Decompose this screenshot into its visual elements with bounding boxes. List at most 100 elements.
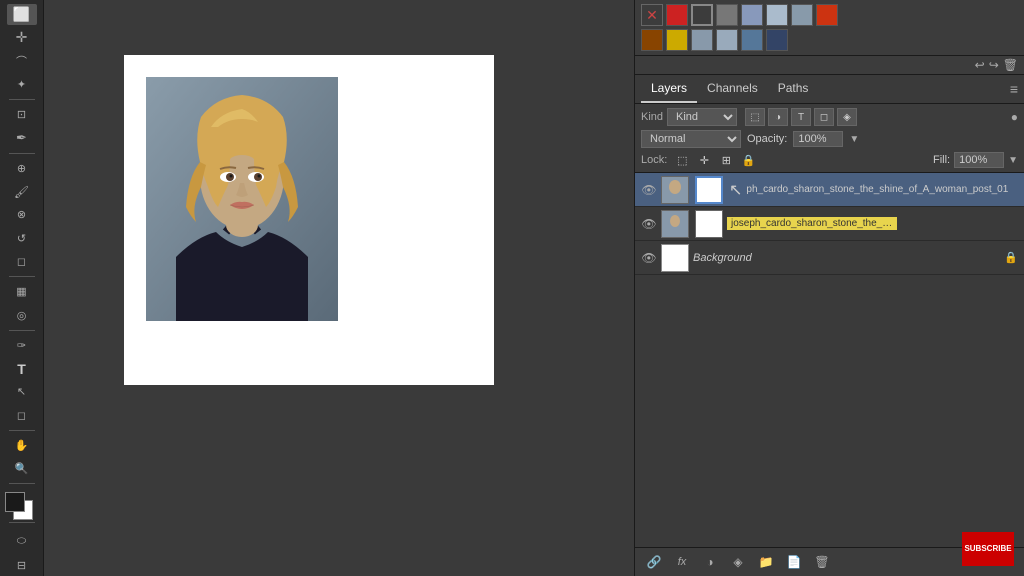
filter-toggle[interactable]: ●: [1011, 110, 1018, 124]
filter-shape-icon[interactable]: ◻: [814, 108, 834, 126]
swatch-row-2: [641, 29, 1018, 51]
panel-menu-icon[interactable]: ≡: [1010, 81, 1018, 97]
photo-layer: [146, 77, 338, 321]
filter-adjust-icon[interactable]: ◑: [768, 108, 788, 126]
layer-1-visibility[interactable]: 👁: [641, 182, 657, 198]
swatch-gray[interactable]: [716, 4, 738, 26]
fill-value[interactable]: 100%: [954, 152, 1004, 168]
swatch-navy[interactable]: [741, 29, 763, 51]
filter-smart-icon[interactable]: ◈: [837, 108, 857, 126]
new-layer-btn[interactable]: 📄: [783, 552, 805, 572]
background-lock-icon: 🔒: [1004, 251, 1018, 264]
no-color-swatch[interactable]: ✕: [641, 4, 663, 26]
layer-item-background[interactable]: 👁 Background 🔒: [635, 241, 1024, 275]
divider4: [9, 330, 35, 331]
layers-tabs: Layers Channels Paths ≡: [635, 75, 1024, 104]
magic-wand-tool[interactable]: ✦: [7, 74, 37, 95]
swatch-brown[interactable]: [641, 29, 663, 51]
layer-2-name-editing[interactable]: joseph_cardo_sharon_stone_the_shine_of_a…: [727, 217, 897, 230]
divider6: [9, 483, 35, 484]
lock-all[interactable]: 🔒: [739, 152, 757, 168]
swatch-gold[interactable]: [666, 29, 688, 51]
photoshop-toolbar: ⬜ ✛ ⌒ ✦ ⊡ ✒ ⊕ 🖌 ⊗ ↺ ◻ ▦ ◎ ✑ T ↖ ◻ ✋ 🔍 ⬭ …: [0, 0, 44, 576]
divider7: [9, 522, 35, 523]
history-tool[interactable]: ↺: [7, 228, 37, 249]
panel-icons-row: ↩ ↪ 🗑: [635, 56, 1024, 75]
foreground-color[interactable]: [5, 492, 25, 512]
forward-icon[interactable]: ↪: [989, 58, 999, 72]
filter-dropdown[interactable]: Kind: [667, 108, 737, 126]
clone-tool[interactable]: ⊗: [7, 204, 37, 225]
delete-layer-btn[interactable]: 🗑: [811, 552, 833, 572]
path-selection-tool[interactable]: ↖: [7, 381, 37, 402]
tab-layers[interactable]: Layers: [641, 75, 697, 103]
type-tool[interactable]: T: [7, 358, 37, 379]
lock-move[interactable]: ✛: [695, 152, 713, 168]
tab-paths[interactable]: Paths: [768, 75, 819, 103]
group-btn[interactable]: 📁: [755, 552, 777, 572]
filter-type-icon[interactable]: T: [791, 108, 811, 126]
layer-2-visibility[interactable]: 👁: [641, 216, 657, 232]
swatch-slate[interactable]: [691, 29, 713, 51]
adjustment-btn[interactable]: ◈: [727, 552, 749, 572]
quick-mask-tool[interactable]: ⬭: [7, 531, 37, 552]
layer-2-mask: [695, 210, 723, 238]
tab-channels[interactable]: Channels: [697, 75, 768, 103]
swatch-slate2[interactable]: [716, 29, 738, 51]
divider2: [9, 153, 35, 154]
blend-row: Normal Opacity: 100% ▼: [641, 130, 1018, 148]
swatch-blue[interactable]: [741, 4, 763, 26]
lock-row: Lock: ⬚ ✛ ⊞ 🔒 Fill: 100% ▼: [641, 152, 1018, 168]
layer-list: 👁 ↖ ph_cardo_sharon_stone_the_shine_of_A…: [635, 173, 1024, 547]
divider5: [9, 430, 35, 431]
canvas-area: [44, 0, 634, 576]
marquee-tool[interactable]: ⬜: [7, 4, 37, 25]
screen-mode-tool[interactable]: ⊟: [7, 555, 37, 576]
canvas-document: [124, 55, 494, 385]
lock-artboard[interactable]: ⊞: [717, 152, 735, 168]
shape-tool[interactable]: ◻: [7, 405, 37, 426]
swatch-red[interactable]: [666, 4, 688, 26]
layer-2-thumbnail: [661, 210, 689, 238]
crop-tool[interactable]: ⊡: [7, 104, 37, 125]
fx-btn[interactable]: fx: [671, 552, 693, 572]
swatch-orange-red[interactable]: [816, 4, 838, 26]
zoom-tool[interactable]: 🔍: [7, 458, 37, 479]
move-tool[interactable]: ✛: [7, 27, 37, 48]
swatch-border[interactable]: [691, 4, 713, 26]
opacity-arrow[interactable]: ▼: [849, 134, 859, 145]
background-visibility[interactable]: 👁: [641, 250, 657, 266]
lock-checkerboard[interactable]: ⬚: [673, 152, 691, 168]
mask-btn[interactable]: ◑: [699, 552, 721, 572]
layer-item-1[interactable]: 👁 ↖ ph_cardo_sharon_stone_the_shine_of_A…: [635, 173, 1024, 207]
eraser-tool[interactable]: ◻: [7, 251, 37, 272]
eyedropper-tool[interactable]: ✒: [7, 127, 37, 148]
layer-item-2[interactable]: 👁 joseph_cardo_sharon_stone_the_shine_of…: [635, 207, 1024, 241]
layer-1-name: ph_cardo_sharon_stone_the_shine_of_A_wom…: [746, 184, 1018, 195]
opacity-value[interactable]: 100%: [793, 131, 843, 147]
healing-tool[interactable]: ⊕: [7, 158, 37, 179]
brush-tool[interactable]: 🖌: [7, 181, 37, 202]
color-picker[interactable]: [5, 492, 39, 518]
filter-pixel-icon[interactable]: ⬚: [745, 108, 765, 126]
lasso-tool[interactable]: ⌒: [7, 51, 37, 72]
pen-tool[interactable]: ✑: [7, 335, 37, 356]
gradient-tool[interactable]: ▦: [7, 281, 37, 302]
filter-row: Kind Kind ⬚ ◑ T ◻ ◈ ●: [641, 108, 1018, 126]
link-layers-btn[interactable]: 🔗: [643, 552, 665, 572]
fill-label: Fill:: [933, 154, 950, 166]
blur-tool[interactable]: ◎: [7, 304, 37, 325]
subscribe-button[interactable]: SUBSCRIBE: [962, 532, 1014, 566]
fill-arrow[interactable]: ▼: [1008, 155, 1018, 166]
swatch-lightblue[interactable]: [766, 4, 788, 26]
cursor-indicator: ↖: [729, 180, 742, 200]
swatch-muted[interactable]: [791, 4, 813, 26]
divider1: [9, 99, 35, 100]
blend-mode-dropdown[interactable]: Normal: [641, 130, 741, 148]
trash-icon[interactable]: 🗑: [1003, 58, 1018, 72]
swatch-dark-navy[interactable]: [766, 29, 788, 51]
hand-tool[interactable]: ✋: [7, 435, 37, 456]
background-thumbnail: [661, 244, 689, 272]
right-panel: ✕ ↩ ↪ 🗑 Layers Channels Paths: [634, 0, 1024, 576]
rotate-icon[interactable]: ↩: [975, 58, 985, 72]
